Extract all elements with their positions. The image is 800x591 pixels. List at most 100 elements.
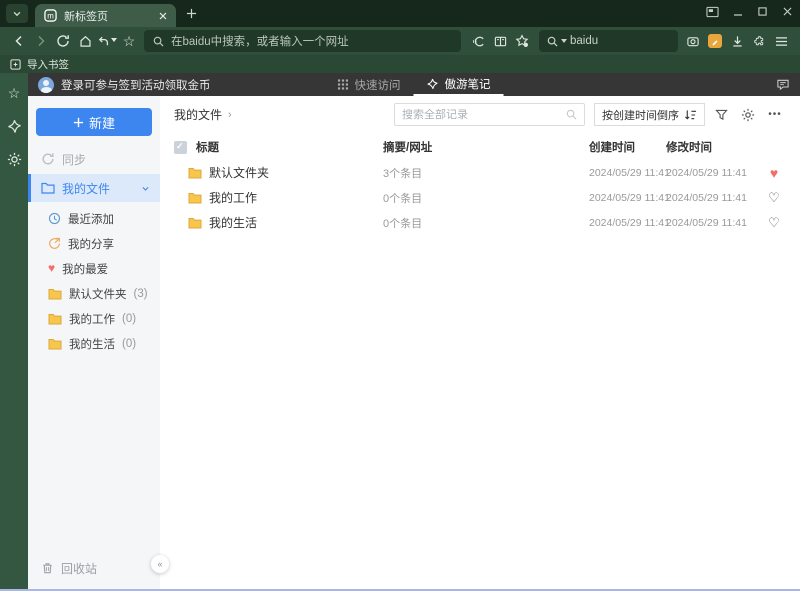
tab-close-icon[interactable] [159,12,167,20]
browser-window: m 新标签页 ☆ 在baidu中搜索，或者输入一个网址 baidu 导入书签 ☆… [0,0,800,591]
item-label: 最近添加 [68,213,114,226]
favorites-star-icon[interactable] [118,29,140,53]
breadcrumb[interactable]: 我的文件 › [174,106,232,123]
maximize-icon[interactable] [750,0,775,23]
sidebar-item-default-folder[interactable]: 默认文件夹 (3) [28,281,160,306]
new-tab-button[interactable] [176,2,206,25]
view-settings-gear-icon[interactable] [737,103,759,126]
favorites-panel-icon[interactable] [5,84,23,102]
browser-tab-new-tab-page[interactable]: m 新标签页 [35,4,176,27]
home-icon[interactable] [74,29,96,53]
item-label: 我的工作 [69,313,115,326]
row-summary: 0个条目 [383,217,423,230]
folder-icon [48,313,62,325]
forward-icon[interactable] [30,29,52,53]
login-banner[interactable]: 登录可参与签到活动领取金币 [38,73,211,96]
address-placeholder: 在baidu中搜索，或者输入一个网址 [171,36,349,48]
share-icon [48,237,61,250]
maxnote-icon[interactable] [704,29,726,53]
row-created: 2024/05/29 11:41 [589,191,670,204]
breadcrumb-label: 我的文件 [174,108,223,122]
trash-icon [41,562,54,575]
main-toolbar: 我的文件 › 按创建时间倒序 [174,102,786,127]
tab-title: 新标签页 [64,10,108,23]
quick-search-box[interactable]: baidu [539,30,678,52]
item-label: 我的分享 [68,238,114,251]
address-bar[interactable]: 在baidu中搜索，或者输入一个网址 [144,30,461,52]
clock-icon [48,212,61,225]
window-controls [700,0,800,23]
sort-order-button[interactable]: 按创建时间倒序 [594,103,705,126]
sidebar-item-shares[interactable]: 我的分享 [28,231,160,256]
undo-menu-icon[interactable] [96,29,118,53]
heart-icon [48,262,55,275]
item-count: (3) [133,287,148,300]
new-note-button[interactable]: 新建 [36,108,152,136]
tab-maxnote-label: 傲游笔记 [444,78,491,91]
column-title: 标题 [196,142,219,154]
table-row-default-folder[interactable]: 默认文件夹 3个条目 2024/05/29 11:41 2024/05/29 1… [174,160,786,185]
reading-mode-icon[interactable] [489,29,511,53]
extensions-puzzle-icon[interactable] [748,29,770,53]
item-label: 我的最爱 [62,263,109,276]
column-modified[interactable]: 修改时间 [666,139,762,155]
maxnote-spark-icon[interactable] [5,117,23,135]
downloads-icon[interactable] [726,29,748,53]
column-created[interactable]: 创建时间 [589,139,666,155]
sidebar-item-favorites[interactable]: 我的最爱 [28,256,160,281]
chevron-down-icon[interactable] [141,184,150,193]
favorite-heart-icon[interactable]: ♡ [762,215,786,231]
folder-icon [188,167,202,179]
sidebar-item-my-life[interactable]: 我的生活 (0) [28,331,160,356]
new-note-label: 新建 [88,115,115,131]
row-modified: 2024/05/29 11:41 [666,166,747,179]
menu-hamburger-icon[interactable] [770,29,792,53]
bookmarks-bar: 导入书签 [0,55,800,73]
sidebar-item-my-work[interactable]: 我的工作 (0) [28,306,160,331]
select-all-checkbox[interactable] [174,140,187,154]
more-options-button[interactable]: ••• [764,103,786,126]
chevron-down-icon [111,37,117,42]
reload-icon[interactable] [52,29,74,53]
table-row-my-life[interactable]: 我的生活 0个条目 2024/05/29 11:41 2024/05/29 11… [174,210,786,235]
table-row-my-work[interactable]: 我的工作 0个条目 2024/05/29 11:41 2024/05/29 11… [174,185,786,210]
sidebar-item-sync[interactable]: 同步 [28,146,160,172]
login-text: 登录可参与签到活动领取金币 [61,79,211,92]
close-window-icon[interactable] [775,0,800,23]
sidebar-sub-list: 最近添加 我的分享 我的最爱 [28,206,160,356]
trash-label: 回收站 [61,561,98,576]
import-bookmarks-label[interactable]: 导入书签 [27,57,69,72]
favorite-heart-icon[interactable]: ♥ [762,165,786,181]
tab-list-dropdown-button[interactable] [6,4,28,23]
search-icon [566,109,577,120]
feedback-bubble-icon[interactable] [776,73,790,96]
avatar [38,76,54,93]
read-aloud-icon[interactable] [467,29,489,53]
add-favorite-star-icon[interactable] [511,29,533,53]
note-spark-icon [427,78,439,90]
sidebar-item-trash[interactable]: 回收站 [28,555,160,581]
folder-icon [48,288,62,300]
snap-layout-icon[interactable] [700,0,725,23]
item-label: 默认文件夹 [69,288,127,301]
tab-quick-access-label: 快速访问 [354,79,401,92]
sidebar-collapse-button[interactable]: « [151,555,169,573]
sidebar-item-my-files[interactable]: 我的文件 [28,174,160,202]
folder-icon [188,192,202,204]
filter-funnel-icon[interactable] [710,103,732,126]
screenshot-camera-icon[interactable] [682,29,704,53]
minimize-icon[interactable] [725,0,750,23]
search-icon [547,36,558,47]
folder-icon [188,217,202,229]
back-icon[interactable] [8,29,30,53]
grid-icon [337,79,349,90]
search-input[interactable] [402,108,562,121]
sidebar-item-recent[interactable]: 最近添加 [28,206,160,231]
tab-quick-access[interactable]: 快速访问 [325,73,414,96]
tab-maxnote[interactable]: 傲游笔记 [413,73,504,96]
favorite-heart-icon[interactable]: ♡ [762,190,786,206]
settings-gear-icon[interactable] [5,150,23,168]
search-engine-value: baidu [570,35,599,47]
breadcrumb-caret-icon: › [228,108,232,121]
notes-search-field[interactable] [394,103,585,126]
